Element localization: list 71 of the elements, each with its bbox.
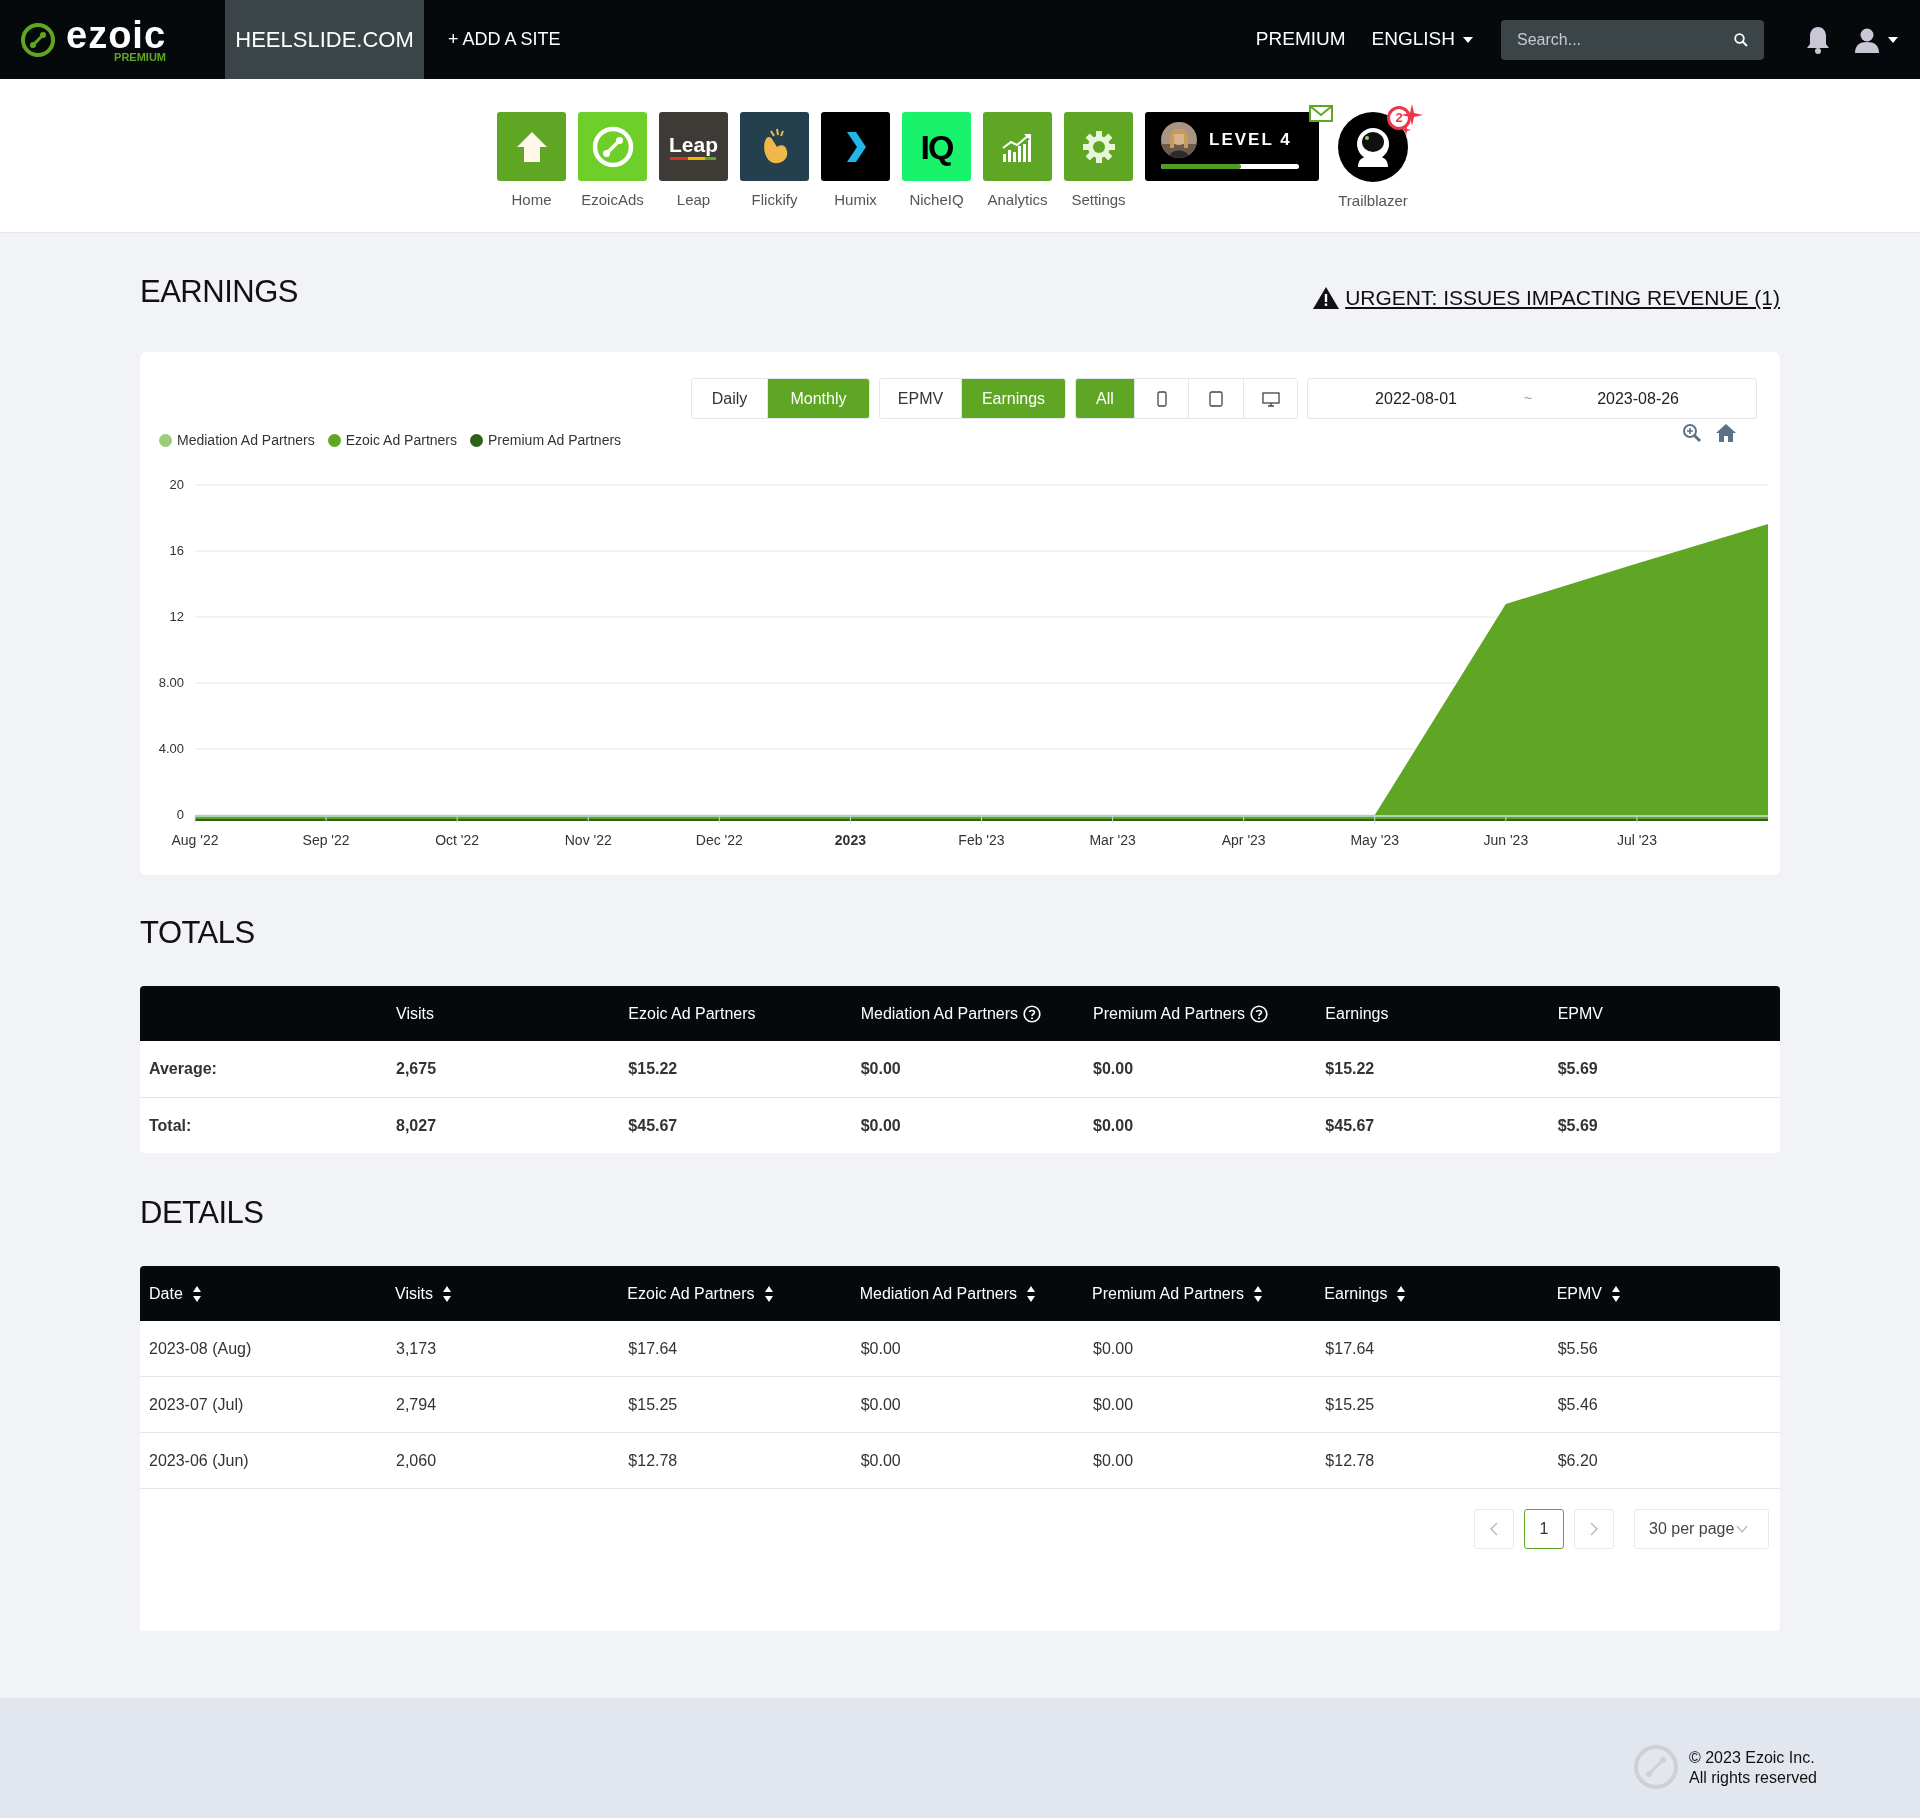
table-cell-text: $17.64 bbox=[627, 1338, 679, 1359]
notification-badge: 2 bbox=[1387, 106, 1411, 130]
x-axis-label: Mar '23 bbox=[1089, 832, 1136, 848]
iq-logo-text: IQ bbox=[920, 129, 953, 164]
logo-wordmark: ezoic bbox=[66, 16, 167, 54]
level-label: LEVEL 4 bbox=[1209, 129, 1292, 152]
rights-text: All rights reserved bbox=[1688, 1768, 1817, 1788]
table-cell-text: $45.67 bbox=[627, 1115, 679, 1136]
table-cell-text: $6.20 bbox=[1556, 1450, 1599, 1471]
table-cell-text: $0.00 bbox=[859, 1394, 902, 1415]
column-header: Premium Ad Partners bbox=[1083, 1001, 1316, 1026]
x-axis-label: Jul '23 bbox=[1616, 832, 1657, 848]
premium-label: PREMIUM bbox=[114, 52, 167, 63]
table-cell-text: $5.56 bbox=[1556, 1338, 1599, 1359]
table-cell-text: $12.78 bbox=[1324, 1450, 1376, 1471]
table-cell-text: $15.22 bbox=[1324, 1059, 1376, 1079]
x-axis-label: Dec '22 bbox=[695, 832, 743, 848]
table-cell-text: $5.46 bbox=[1556, 1394, 1599, 1415]
table-cell-text: $0.00 bbox=[859, 1059, 902, 1079]
column-header: Visits bbox=[395, 1003, 435, 1024]
table-cell-text: 2023-08 (Aug) bbox=[148, 1338, 253, 1359]
x-axis-label: Nov '22 bbox=[564, 832, 612, 848]
table-cell-text: $5.69 bbox=[1556, 1059, 1599, 1079]
table-cell-text: 3,173 bbox=[395, 1338, 438, 1359]
x-axis-label: Oct '22 bbox=[435, 832, 480, 848]
x-axis-label: Feb '23 bbox=[958, 832, 1005, 848]
section-title: EARNINGS bbox=[140, 272, 298, 311]
y-axis-label: 16 bbox=[169, 543, 184, 558]
y-axis-label: 4.00 bbox=[158, 741, 184, 756]
table-cell-text: 2,794 bbox=[395, 1394, 438, 1415]
leap-logo-text: Leap bbox=[669, 133, 718, 155]
y-axis-label: 0 bbox=[176, 807, 184, 822]
table-cell-text: $0.00 bbox=[1092, 1450, 1135, 1471]
table-cell-text: $0.00 bbox=[859, 1338, 902, 1359]
table-cell-text: 2,060 bbox=[395, 1450, 438, 1471]
y-axis-label: 20 bbox=[169, 477, 184, 492]
copyright-text: © 2023 Ezoic Inc. bbox=[1688, 1748, 1816, 1768]
table-cell-text: $0.00 bbox=[859, 1450, 902, 1471]
x-axis-label: Aug '22 bbox=[171, 832, 219, 848]
table-cell-text: $17.64 bbox=[1324, 1338, 1376, 1359]
column-header: Mediation Ad Partners bbox=[850, 1001, 1083, 1026]
table-cell-text: $0.00 bbox=[1092, 1059, 1135, 1079]
table-cell-text: $0.00 bbox=[859, 1115, 902, 1136]
table-cell-text: 8,027 bbox=[395, 1115, 438, 1136]
section-title: TOTALS bbox=[140, 913, 255, 952]
table-cell-text: $15.25 bbox=[1324, 1394, 1376, 1415]
table-cell-text: $0.00 bbox=[1092, 1115, 1135, 1136]
table-cell-text: 2023-07 (Jul) bbox=[148, 1394, 245, 1415]
x-axis-label: 2023 bbox=[834, 832, 866, 848]
row-label: Total: bbox=[148, 1115, 193, 1136]
table-cell-text: $45.67 bbox=[1324, 1115, 1376, 1136]
section-title: DETAILS bbox=[140, 1193, 264, 1232]
row-label: Average: bbox=[148, 1059, 218, 1079]
x-axis-label: Jun '23 bbox=[1483, 832, 1529, 848]
x-axis-label: Apr '23 bbox=[1221, 832, 1266, 848]
x-axis-label: May '23 bbox=[1350, 832, 1400, 848]
column-header: EPMV bbox=[1556, 1003, 1604, 1024]
table-cell-text: $5.69 bbox=[1556, 1115, 1599, 1136]
date-separator: ~ bbox=[1524, 389, 1533, 408]
table-cell-text: $0.00 bbox=[1092, 1394, 1135, 1415]
table-cell-text: $12.78 bbox=[627, 1450, 679, 1471]
table-cell-text: $15.25 bbox=[627, 1394, 679, 1415]
table-cell-text: 2,675 bbox=[395, 1059, 438, 1079]
table-cell-text: $0.00 bbox=[1092, 1338, 1135, 1359]
y-axis-label: 12 bbox=[169, 609, 184, 624]
y-axis-label: 8.00 bbox=[158, 675, 184, 690]
table-cell-text: $15.22 bbox=[627, 1059, 679, 1079]
table-cell-text: 2023-06 (Jun) bbox=[148, 1450, 250, 1471]
x-axis-label: Sep '22 bbox=[302, 832, 350, 848]
column-header: Earnings bbox=[1324, 1003, 1390, 1024]
column-header: Ezoic Ad Partners bbox=[627, 1003, 757, 1024]
